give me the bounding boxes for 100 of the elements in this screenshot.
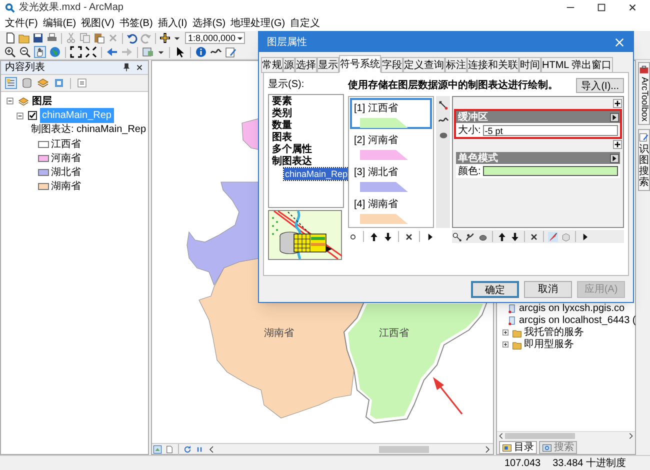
rule-item[interactable]: [4] 湖南省 bbox=[350, 194, 432, 225]
menu-item[interactable]: 选择(S) bbox=[191, 16, 227, 30]
list-item[interactable]: 数量 bbox=[272, 120, 343, 132]
tree-item[interactable]: 图层 bbox=[32, 94, 52, 108]
add-marker-icon[interactable] bbox=[452, 232, 462, 242]
dialog-tab[interactable]: 字段 bbox=[381, 57, 403, 73]
panel-tab[interactable]: 搜索 bbox=[539, 441, 577, 454]
list-item[interactable]: 制图表达 bbox=[272, 156, 343, 168]
scrollbar-thumb[interactable] bbox=[505, 433, 575, 439]
cursor-icon[interactable] bbox=[174, 46, 186, 58]
expand-icon[interactable] bbox=[501, 340, 510, 349]
up-arrow-icon[interactable] bbox=[497, 232, 507, 242]
tree-item[interactable]: arcgis on localhost_6443 ( bbox=[519, 313, 636, 328]
paste-icon[interactable] bbox=[93, 32, 105, 44]
close-icon[interactable] bbox=[135, 63, 144, 72]
delete-icon[interactable] bbox=[529, 232, 539, 242]
dialog-button[interactable]: 确定 bbox=[471, 280, 519, 298]
dialog-tab[interactable]: 常规 bbox=[261, 57, 283, 73]
hand-icon[interactable] bbox=[34, 46, 46, 58]
tree-item[interactable]: arcgis on lyxcsh.pgis.co bbox=[519, 301, 625, 316]
list-by-order-icon[interactable] bbox=[5, 77, 17, 89]
maximize-icon[interactable] bbox=[596, 2, 607, 13]
side-tab[interactable]: 识图搜索 bbox=[638, 128, 650, 191]
add-data-icon[interactable] bbox=[159, 32, 171, 44]
selection-icon[interactable] bbox=[53, 77, 65, 89]
list-item[interactable]: chinaMain_Rep bbox=[284, 168, 349, 180]
collapse-icon[interactable] bbox=[5, 96, 15, 106]
import-button[interactable]: 导入(I)... bbox=[576, 78, 624, 92]
up-arrow-icon[interactable] bbox=[369, 232, 379, 242]
list-item[interactable]: 类别 bbox=[272, 108, 343, 120]
expand-arrow-icon[interactable] bbox=[610, 154, 619, 162]
down-arrow-icon[interactable] bbox=[510, 232, 520, 242]
add-stroke-icon[interactable] bbox=[465, 232, 475, 242]
menu-item[interactable]: 插入(I) bbox=[156, 16, 188, 30]
color-swatch[interactable] bbox=[482, 166, 618, 176]
scrollbar-thumb[interactable] bbox=[379, 446, 429, 452]
menu-item[interactable]: 视图(V) bbox=[80, 16, 116, 30]
info-icon[interactable] bbox=[195, 46, 207, 58]
polygon-tool-icon[interactable] bbox=[438, 130, 448, 141]
checkbox[interactable] bbox=[28, 111, 37, 120]
dialog-tab[interactable]: 时间 bbox=[519, 57, 541, 73]
rule-item[interactable]: [2] 河南省 bbox=[350, 130, 432, 161]
zoom-in-icon[interactable] bbox=[4, 46, 16, 58]
zoom-out-icon[interactable] bbox=[19, 46, 31, 58]
size-field[interactable]: -5 pt bbox=[482, 124, 618, 136]
undo-icon[interactable] bbox=[126, 32, 138, 44]
data-view-icon[interactable] bbox=[153, 444, 162, 454]
dialog-tab[interactable]: 显示 bbox=[317, 57, 339, 73]
dialog-tab[interactable]: HTML 弹出窗口 bbox=[541, 57, 613, 73]
rule-item[interactable]: [3] 湖北省 bbox=[350, 162, 432, 193]
list-item[interactable]: 要素 bbox=[272, 96, 343, 108]
list-item[interactable]: 图表 bbox=[272, 132, 343, 144]
dialog-tab[interactable]: 标注 bbox=[445, 57, 467, 73]
dialog-tab[interactable]: 选择 bbox=[295, 57, 317, 73]
dialog-tab[interactable]: 源 bbox=[283, 57, 295, 73]
plus-icon[interactable] bbox=[613, 99, 622, 108]
delete-icon[interactable] bbox=[404, 232, 414, 242]
print-icon[interactable] bbox=[46, 32, 58, 44]
rule-item[interactable]: [1] 江西省 bbox=[350, 98, 432, 129]
scroll-right-icon[interactable] bbox=[483, 444, 492, 454]
expand-icon[interactable] bbox=[501, 328, 510, 337]
pause-icon[interactable] bbox=[195, 444, 204, 454]
tree-item[interactable]: 我托管的服务 bbox=[524, 325, 584, 340]
expand-arrow-icon[interactable] bbox=[610, 112, 619, 122]
panel-tab[interactable]: 目录 bbox=[499, 441, 537, 454]
layers-icon[interactable] bbox=[37, 77, 49, 89]
refresh-icon[interactable] bbox=[183, 444, 192, 454]
save-icon[interactable] bbox=[32, 32, 44, 44]
menu-item[interactable]: 书签(B) bbox=[118, 16, 154, 30]
globe-icon[interactable] bbox=[49, 46, 61, 58]
side-tab[interactable]: ArcToolbox bbox=[638, 62, 650, 125]
menu-item[interactable]: 文件(F) bbox=[4, 16, 39, 30]
brush-icon[interactable] bbox=[548, 232, 558, 242]
scroll-left-icon[interactable] bbox=[207, 444, 216, 454]
menu-item[interactable]: 地理处理(G) bbox=[230, 16, 286, 30]
back-arrow-icon[interactable] bbox=[106, 46, 118, 58]
list-item[interactable]: 多个属性 bbox=[272, 144, 343, 156]
pin-icon[interactable] bbox=[122, 63, 131, 72]
plus-icon[interactable] bbox=[613, 140, 622, 149]
tree-item[interactable]: 即用型服务 bbox=[524, 337, 574, 352]
dialog-button[interactable]: 取消 bbox=[524, 280, 572, 298]
fixed-zoom-icon[interactable] bbox=[70, 46, 82, 58]
collapse-icon[interactable] bbox=[15, 110, 25, 120]
scale-field[interactable]: 1:8,000,000 bbox=[185, 32, 245, 44]
fixed-zoom-out-icon[interactable] bbox=[85, 46, 97, 58]
database-icon[interactable] bbox=[21, 77, 33, 89]
dialog-tab[interactable]: 连接和关联 bbox=[467, 57, 519, 73]
scroll-left-icon[interactable] bbox=[497, 432, 505, 440]
down-arrow-icon[interactable] bbox=[383, 232, 393, 242]
options-icon[interactable] bbox=[76, 77, 88, 89]
close-icon[interactable] bbox=[627, 2, 638, 13]
marker-tool-icon[interactable] bbox=[438, 100, 448, 111]
dialog-tab[interactable]: 符号系统 bbox=[339, 55, 381, 73]
layout-view-icon[interactable] bbox=[165, 444, 174, 454]
dialog-tab[interactable]: 定义查询 bbox=[403, 57, 445, 73]
scroll-right-icon[interactable] bbox=[627, 432, 635, 440]
menu-item[interactable]: 自定义 bbox=[289, 16, 322, 30]
edit-note-icon[interactable] bbox=[225, 46, 237, 58]
cube-icon[interactable] bbox=[561, 232, 571, 242]
menu-item[interactable]: 编辑(E) bbox=[42, 16, 78, 30]
